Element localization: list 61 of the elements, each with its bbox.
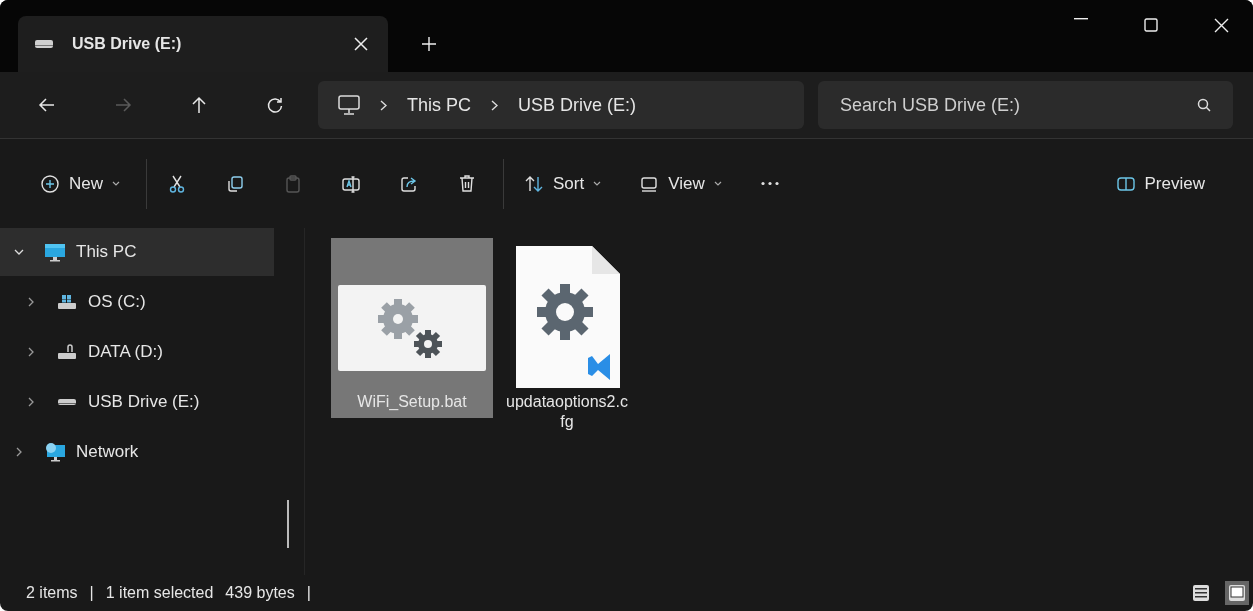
refresh-icon[interactable] <box>266 96 284 114</box>
drive-icon <box>56 292 78 312</box>
monitor-icon <box>338 95 360 115</box>
drive-icon <box>34 39 54 49</box>
drive-icon <box>56 398 78 406</box>
sort-button[interactable]: Sort <box>512 165 614 202</box>
search-icon[interactable] <box>1197 98 1211 112</box>
file-item[interactable]: WiFi_Setup.bat <box>331 238 493 418</box>
new-tab-icon[interactable] <box>422 37 436 51</box>
more-icon <box>759 181 780 186</box>
close-icon[interactable] <box>1214 18 1229 33</box>
address-bar[interactable]: This PC USB Drive (E:) <box>318 81 804 129</box>
window-icon <box>1228 584 1246 602</box>
up-arrow-icon[interactable] <box>190 96 208 114</box>
tree-item[interactable]: This PC <box>0 228 274 276</box>
trash-icon <box>457 173 477 194</box>
tab-title: USB Drive (E:) <box>72 35 183 53</box>
chevron-icon[interactable] <box>26 397 36 407</box>
status-text: | <box>306 584 311 602</box>
status-text: 439 bytes <box>225 584 295 602</box>
large-icons-view-button[interactable] <box>1225 581 1249 605</box>
status-text: 2 items <box>26 584 78 602</box>
maximize-icon[interactable] <box>1144 18 1158 32</box>
rename-icon <box>341 173 361 194</box>
status-text: 1 item selected <box>105 584 214 602</box>
caret-icon <box>593 181 602 186</box>
file-name: WiFi_Setup.bat <box>357 392 467 412</box>
new-button[interactable]: New <box>28 165 132 202</box>
scrollbar[interactable] <box>287 500 289 548</box>
close-tab-icon[interactable] <box>354 37 368 51</box>
tree-item[interactable]: Network <box>0 428 274 476</box>
status-text: | <box>89 584 94 602</box>
breadcrumb-item[interactable]: USB Drive (E:) <box>518 94 637 116</box>
breadcrumb-item[interactable]: This PC <box>407 94 471 116</box>
chevron-icon <box>380 99 387 111</box>
chevron-icon[interactable] <box>26 297 36 307</box>
file-item[interactable]: updataoptions2.cfg <box>505 238 629 438</box>
caret-icon <box>112 181 120 186</box>
chevron-icon[interactable] <box>26 347 36 357</box>
clipboard-icon <box>283 173 303 194</box>
search-field[interactable]: Search USB Drive (E:) <box>818 81 1233 129</box>
copy-icon <box>225 173 245 194</box>
view-button[interactable]: View <box>627 165 734 202</box>
drive-icon <box>56 342 78 362</box>
file-name: updataoptions2.cfg <box>505 392 629 432</box>
chevron-icon[interactable] <box>14 247 24 257</box>
list-icon <box>1192 584 1210 602</box>
caret-icon <box>713 181 722 186</box>
window-tab[interactable]: USB Drive (E:) <box>18 16 388 72</box>
monitor-icon <box>44 242 66 262</box>
chevron-icon <box>491 99 498 111</box>
plus-circle-icon <box>40 173 60 194</box>
back-arrow-icon[interactable] <box>38 96 56 114</box>
minimize-icon[interactable] <box>1074 18 1088 20</box>
tree-item[interactable]: USB Drive (E:) <box>0 378 274 426</box>
tree-item[interactable]: OS (C:) <box>0 278 274 326</box>
preview-button[interactable]: Preview <box>1103 165 1217 202</box>
scissors-icon <box>167 173 187 194</box>
tree-item[interactable]: DATA (D:) <box>0 328 274 376</box>
chevron-icon[interactable] <box>14 447 24 457</box>
network-icon <box>44 442 66 462</box>
